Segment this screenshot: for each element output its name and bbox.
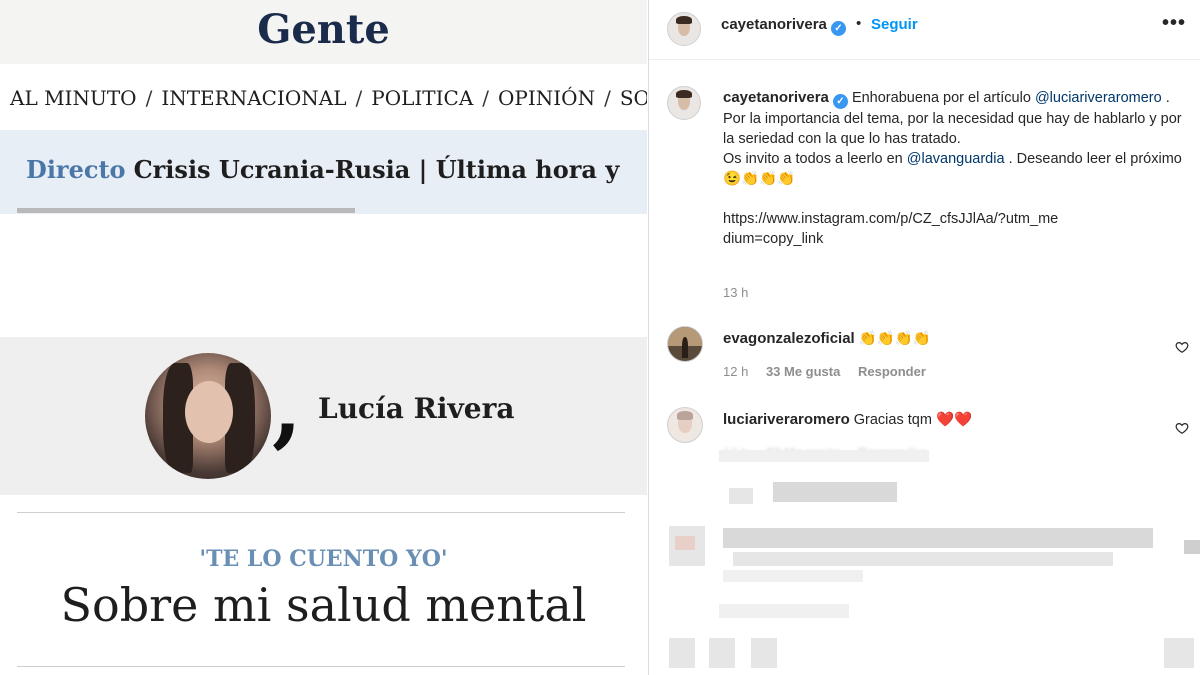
avatar[interactable] (667, 12, 701, 46)
post-timestamp[interactable]: 13 h (723, 285, 748, 300)
nav-item-sociedad[interactable]: SOC (620, 86, 647, 110)
live-banner[interactable]: Directo Crisis Ucrania-Rusia | Última hor… (0, 130, 647, 214)
nav-separator: / (604, 86, 611, 110)
post-caption: cayetanorivera ✓ Enhorabuena por el artíc… (723, 88, 1183, 249)
caption-text: Os invito a todos a leerlo en (723, 151, 903, 167)
caption-text: Enhorabuena por el artículo (851, 90, 1031, 106)
more-options-icon[interactable]: ••• (1162, 12, 1186, 35)
follow-button[interactable]: Seguir (871, 16, 918, 33)
nav-separator: / (482, 86, 490, 110)
heart-icon[interactable] (1175, 421, 1189, 435)
post-header: cayetanorivera ✓ • Seguir ••• (649, 0, 1200, 60)
comment-text: Gracias tqm ❤️❤️ (853, 412, 973, 428)
nav-item-al-minuto[interactable]: AL MINUTO (10, 86, 137, 110)
avatar[interactable] (667, 326, 703, 362)
article-headline: Sobre mi salud mental (60, 578, 587, 632)
heart-icon[interactable] (1175, 340, 1189, 354)
author-band: , Lucía Rivera (0, 337, 647, 495)
comment-username[interactable]: evagonzalezoficial (723, 330, 855, 347)
nav-item-opinion[interactable]: OPINIÓN (498, 86, 595, 110)
live-scrollbar[interactable] (17, 208, 355, 213)
comment-time[interactable]: 12 h (723, 364, 748, 379)
nav-item-internacional[interactable]: INTERNACIONAL (161, 86, 346, 110)
quote-comma-icon: , (272, 357, 302, 458)
newspaper-page: Gente AL MINUTO / INTERNACIONAL / POLITICA / O… (0, 0, 647, 675)
header-separator: • (856, 15, 862, 32)
divider (17, 512, 625, 513)
comment-text: 👏👏👏👏 (858, 331, 931, 347)
verified-badge-icon: ✓ (832, 94, 848, 109)
author-photo (145, 353, 271, 479)
caption-username[interactable]: cayetanorivera (723, 89, 829, 106)
header-username[interactable]: cayetanorivera ✓ (721, 16, 846, 36)
verified-badge-icon: ✓ (830, 21, 846, 36)
caption-url: https://www.instagram.com/p/CZ_cfsJJlAa/… (723, 211, 1059, 247)
section-nav: AL MINUTO / INTERNACIONAL / POLITICA / OPINIÓN… (0, 64, 647, 189)
mention-link[interactable]: @lavanguardia (907, 151, 1005, 167)
nav-item-politica[interactable]: POLITICA (371, 86, 473, 110)
comment-likes[interactable]: 33 Me gusta (766, 364, 840, 379)
live-headline[interactable]: Crisis Ucrania-Rusia | Última hora y rea (134, 155, 626, 184)
divider (17, 666, 625, 667)
reply-button[interactable]: Responder (858, 364, 926, 379)
article-kicker: 'TE LO CUENTO YO' (199, 546, 448, 572)
mention-link[interactable]: @luciariveraromero (1035, 90, 1162, 106)
live-label: Directo (26, 155, 126, 184)
nav-separator: / (355, 86, 363, 110)
newspaper-header: Gente (0, 0, 647, 64)
masthead[interactable]: Gente (0, 6, 647, 53)
nav-separator: / (145, 86, 153, 110)
avatar[interactable] (667, 86, 701, 120)
author-name[interactable]: Lucía Rivera (318, 392, 515, 425)
comment-username[interactable]: luciariveraromero (723, 411, 850, 428)
avatar[interactable] (667, 407, 703, 443)
instagram-post-panel: cayetanorivera ✓ • Seguir ••• cayetanoriv… (648, 0, 1200, 675)
